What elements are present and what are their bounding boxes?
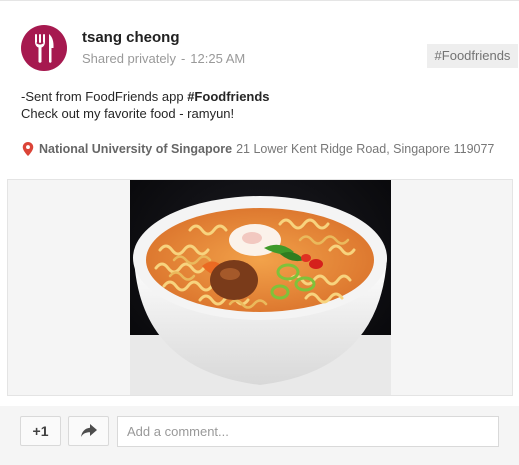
comment-input[interactable]: [117, 416, 499, 447]
timestamp[interactable]: 12:25 AM: [190, 51, 245, 66]
location-name[interactable]: National University of Singapore: [39, 142, 232, 156]
post-text-prefix: -Sent from FoodFriends app: [21, 89, 188, 104]
meta-separator: -: [180, 51, 186, 66]
share-arrow-icon: [80, 424, 97, 437]
location-address: 21 Lower Kent Ridge Road, Singapore 1190…: [236, 142, 495, 156]
plus-one-button[interactable]: +1: [20, 416, 61, 446]
author-name[interactable]: tsang cheong: [82, 29, 180, 46]
fork-knife-icon: [35, 34, 54, 63]
share-button[interactable]: [68, 416, 109, 446]
hashtag-chip[interactable]: #Foodfriends: [427, 44, 518, 68]
map-pin-icon: [22, 142, 34, 156]
post-image-container[interactable]: [7, 179, 513, 396]
avatar[interactable]: [21, 25, 67, 71]
ramyun-photo[interactable]: [130, 180, 391, 396]
post-text-line-2: Check out my favorite food - ramyun!: [21, 106, 235, 121]
visibility-label[interactable]: Shared privately: [82, 51, 176, 66]
location[interactable]: National University of Singapore 21 Lowe…: [22, 142, 494, 156]
post-text-line-1: -Sent from FoodFriends app #Foodfriends: [21, 89, 270, 104]
action-bar: +1: [0, 406, 519, 465]
post-meta: Shared privately -12:25 AM: [82, 51, 245, 66]
post-card: tsang cheong Shared privately -12:25 AM #…: [0, 0, 519, 465]
hashtag-link[interactable]: #Foodfriends: [187, 89, 269, 104]
